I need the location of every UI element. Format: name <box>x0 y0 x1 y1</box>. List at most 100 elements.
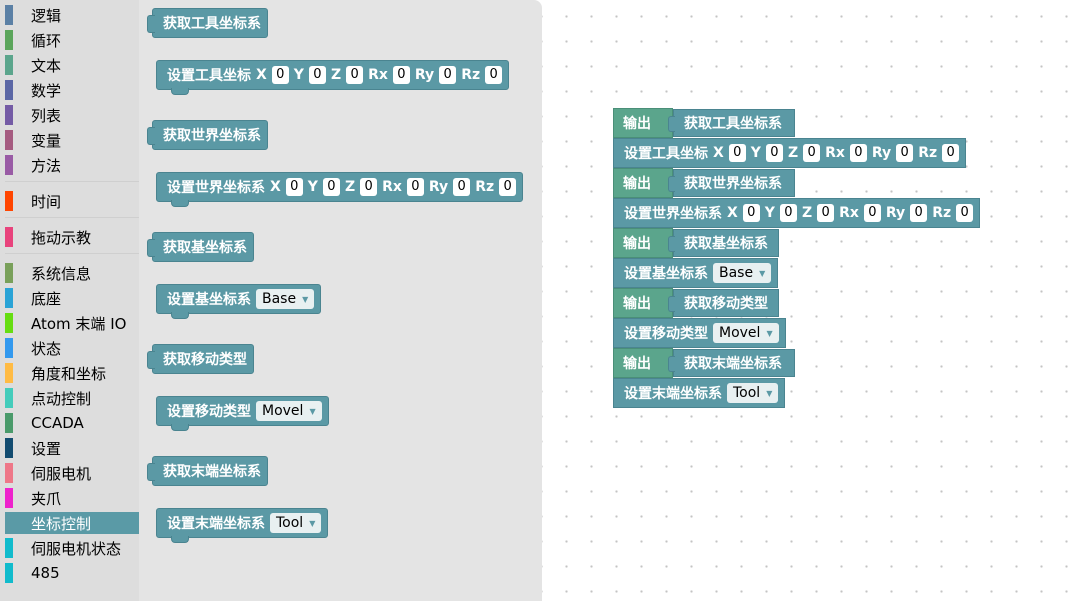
number-field[interactable]: 0 <box>728 144 746 162</box>
category-item[interactable]: 夹爪 <box>5 487 139 509</box>
number-field[interactable]: 0 <box>499 178 517 196</box>
move-type-dropdown[interactable]: Movel ▼ <box>713 323 779 343</box>
ws-get-tool-frame-block[interactable]: 获取工具坐标系 <box>668 109 795 137</box>
flyout-set-move-type-block[interactable]: 设置移动类型 Movel ▼ <box>156 396 329 431</box>
flyout-get-move-type-block[interactable]: 获取移动类型 <box>147 344 254 374</box>
ws-set-move-type-block[interactable]: 设置移动类型 Movel ▼ <box>613 318 786 348</box>
field-label: Y <box>764 205 775 221</box>
category-item[interactable]: 角度和坐标 <box>5 362 139 384</box>
output-label: 输出 <box>623 116 651 132</box>
end-frame-dropdown[interactable]: Tool ▼ <box>270 513 322 533</box>
block-label: 设置世界坐标系 <box>167 180 265 196</box>
flyout-get-end-frame-block[interactable]: 获取末端坐标系 <box>147 456 268 486</box>
field-label: Rx <box>382 179 402 195</box>
number-field[interactable]: 0 <box>308 66 326 84</box>
number-field[interactable]: 0 <box>942 144 960 162</box>
field-label: X <box>256 67 267 83</box>
category-item[interactable]: 拖动示教 <box>5 226 139 248</box>
number-field[interactable]: 0 <box>896 144 914 162</box>
category-label: Atom 末端 IO <box>31 314 127 333</box>
number-field[interactable]: 0 <box>910 204 928 222</box>
category-item[interactable]: 伺服电机状态 <box>5 537 139 559</box>
flyout-get-base-frame-block[interactable]: 获取基坐标系 <box>147 232 254 262</box>
number-field[interactable]: 0 <box>322 178 340 196</box>
category-item[interactable]: CCADA <box>5 412 139 434</box>
number-field[interactable]: 0 <box>360 178 378 196</box>
ws-get-move-type-block[interactable]: 获取移动类型 <box>668 289 779 317</box>
move-type-dropdown[interactable]: Movel ▼ <box>256 401 322 421</box>
category-item[interactable]: 状态 <box>5 337 139 359</box>
ws-set-world-frame-block[interactable]: 设置世界坐标系 X 0 Y 0 Z 0 Rx 0 Ry 0 Rz 0 <box>613 198 981 228</box>
output-block[interactable]: 输出 <box>613 288 673 318</box>
number-field[interactable]: 0 <box>392 66 410 84</box>
field-label: Ry <box>885 205 906 221</box>
ws-get-world-frame-block[interactable]: 获取世界坐标系 <box>668 169 795 197</box>
chevron-down-icon: ▼ <box>766 328 773 338</box>
flyout-get-tool-frame-block[interactable]: 获取工具坐标系 <box>147 8 268 38</box>
category-item[interactable]: 坐标控制 <box>5 512 139 534</box>
category-color-swatch <box>5 538 13 558</box>
ws-get-end-frame-block[interactable]: 获取末端坐标系 <box>668 349 795 377</box>
workspace-canvas[interactable]: 输出 获取工具坐标系 设置工具坐标 X 0 Y 0 Z 0 Rx 0 Ry 0 Rz 0 输出 获取世… <box>542 0 1072 601</box>
category-item[interactable]: 底座 <box>5 287 139 309</box>
category-item[interactable]: 变量 <box>5 129 139 151</box>
category-item[interactable]: 文本 <box>5 54 139 76</box>
output-label: 输出 <box>623 296 651 312</box>
block-label: 设置世界坐标系 <box>624 206 722 222</box>
category-item[interactable]: 数学 <box>5 79 139 101</box>
category-label: 列表 <box>31 106 62 125</box>
number-field[interactable]: 0 <box>817 204 835 222</box>
ws-set-end-frame-block[interactable]: 设置末端坐标系 Tool ▼ <box>613 378 786 408</box>
number-field[interactable]: 0 <box>803 144 821 162</box>
number-field[interactable]: 0 <box>485 66 503 84</box>
block-flyout: 获取工具坐标系 设置工具坐标 X 0 Y 0 Z 0 Rx 0 Ry 0 Rz 0 获取世界坐标系 设… <box>139 0 542 601</box>
category-color-swatch <box>5 80 13 100</box>
category-color-swatch <box>5 227 13 247</box>
ws-set-base-frame-block[interactable]: 设置基坐标系 Base ▼ <box>613 258 779 288</box>
category-label: 伺服电机 <box>31 464 92 483</box>
flyout-get-world-frame-block[interactable]: 获取世界坐标系 <box>147 120 268 150</box>
field-label: Rz <box>475 179 495 195</box>
category-item[interactable]: 设置 <box>5 437 139 459</box>
category-item[interactable]: 485 <box>5 562 139 584</box>
output-block[interactable]: 输出 <box>613 108 673 138</box>
category-item[interactable]: 逻辑 <box>5 4 139 26</box>
category-item[interactable]: Atom 末端 IO <box>5 312 139 334</box>
number-field[interactable]: 0 <box>779 204 797 222</box>
base-frame-dropdown[interactable]: Base ▼ <box>713 263 772 283</box>
category-item[interactable]: 点动控制 <box>5 387 139 409</box>
category-item[interactable]: 列表 <box>5 104 139 126</box>
number-field[interactable]: 0 <box>271 66 289 84</box>
field-label: Z <box>787 145 799 161</box>
number-field[interactable]: 0 <box>849 144 867 162</box>
ws-get-base-frame-block[interactable]: 获取基坐标系 <box>668 229 779 257</box>
category-item[interactable]: 系统信息 <box>5 262 139 284</box>
output-block[interactable]: 输出 <box>613 168 673 198</box>
number-field[interactable]: 0 <box>439 66 457 84</box>
category-color-swatch <box>5 338 13 358</box>
category-item[interactable]: 时间 <box>5 190 139 212</box>
number-field[interactable]: 0 <box>765 144 783 162</box>
output-block[interactable]: 输出 <box>613 228 673 258</box>
ws-set-tool-frame-block[interactable]: 设置工具坐标 X 0 Y 0 Z 0 Rx 0 Ry 0 Rz 0 <box>613 138 967 168</box>
category-item[interactable]: 伺服电机 <box>5 462 139 484</box>
category-item[interactable]: 方法 <box>5 154 139 176</box>
number-field[interactable]: 0 <box>956 204 974 222</box>
number-field[interactable]: 0 <box>863 204 881 222</box>
number-field[interactable]: 0 <box>742 204 760 222</box>
number-field[interactable]: 0 <box>453 178 471 196</box>
flyout-set-world-frame-block[interactable]: 设置世界坐标系 X 0 Y 0 Z 0 Rx 0 Ry 0 Rz 0 <box>156 172 524 207</box>
number-field[interactable]: 0 <box>346 66 364 84</box>
end-frame-dropdown[interactable]: Tool ▼ <box>727 383 779 403</box>
base-frame-dropdown[interactable]: Base ▼ <box>256 289 315 309</box>
flyout-set-tool-frame-block[interactable]: 设置工具坐标 X 0 Y 0 Z 0 Rx 0 Ry 0 Rz 0 <box>156 60 510 95</box>
number-field[interactable]: 0 <box>285 178 303 196</box>
number-field[interactable]: 0 <box>406 178 424 196</box>
field-label: Rz <box>461 67 481 83</box>
block-label: 获取世界坐标系 <box>163 128 261 144</box>
output-block[interactable]: 输出 <box>613 348 673 378</box>
category-color-swatch <box>5 513 13 533</box>
category-item[interactable]: 循环 <box>5 29 139 51</box>
flyout-set-end-frame-block[interactable]: 设置末端坐标系 Tool ▼ <box>156 508 329 543</box>
flyout-set-base-frame-block[interactable]: 设置基坐标系 Base ▼ <box>156 284 322 319</box>
